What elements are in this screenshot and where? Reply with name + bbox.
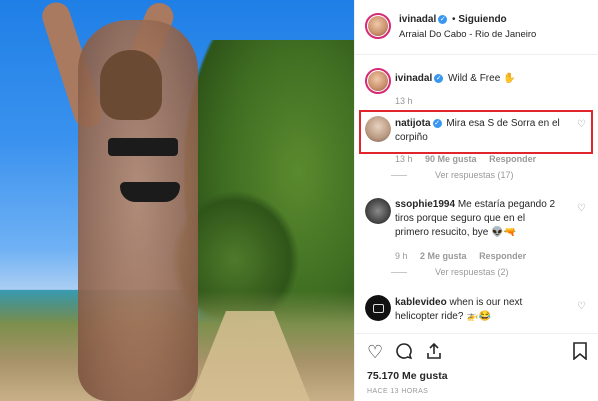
post-panel: ivinadal ✓ • Siguiendo Arraial Do Cabo - … [354,0,598,401]
bikini-top [108,138,178,156]
verified-icon: ✓ [432,118,442,128]
comment: ssophie1994 Me estaría pegando 2 tiros p… [395,198,560,240]
bookmark-icon[interactable] [573,342,587,364]
verified-icon: ✓ [438,14,448,24]
view-replies-button[interactable]: Ver respuestas (2) [413,267,509,277]
comment-time[interactable]: 9 h [395,251,408,261]
comment-meta: 13 h 90 Me gusta Responder [395,154,536,164]
caption-author[interactable]: ivinadal [395,73,432,84]
bikini-bottom [120,182,180,202]
comment: natijota ✓ Mira esa S de Sorra en el corp… [395,117,560,145]
post-photo[interactable] [0,0,354,401]
avatar[interactable] [365,295,391,321]
comment-likes[interactable]: 90 Me gusta [425,154,477,164]
post-header: ivinadal ✓ • Siguiendo Arraial Do Cabo - … [355,0,598,55]
comment-author[interactable]: natijota [395,118,431,129]
comment-author[interactable]: kablevideo [395,297,447,308]
heart-icon[interactable]: ♡ [577,203,586,214]
heart-icon[interactable]: ♡ [577,301,586,312]
like-count[interactable]: 75.170 Me gusta [367,370,448,382]
reply-button[interactable]: Responder [489,154,536,164]
comment-icon[interactable] [395,342,413,364]
avatar[interactable] [365,13,391,39]
heart-icon[interactable]: ♡ [577,119,586,130]
comment: kablevideo when is our next helicopter r… [395,296,560,324]
post-location[interactable]: Arraial Do Cabo - Rio de Janeiro [399,29,536,40]
post-timestamp: HACE 13 HORAS [367,388,429,395]
comment-time[interactable]: 13 h [395,154,413,164]
verified-icon: ✓ [434,73,444,83]
avatar[interactable] [365,198,391,224]
heart-icon[interactable]: ♡ [367,342,383,362]
separator: • [452,14,456,25]
hair [100,50,162,120]
avatar[interactable] [365,116,391,142]
caption-meta: 13 h [395,96,423,106]
post-author[interactable]: ivinadal [399,14,436,25]
comment-meta: 9 h 2 Me gusta Responder [395,251,526,261]
avatar[interactable] [365,68,391,94]
comment-likes[interactable]: 2 Me gusta [420,251,467,261]
post-actions: ♡ 75.170 Me gusta HACE 13 HORAS [355,333,598,401]
caption-text: Wild & Free ✋ [448,73,516,84]
reply-button[interactable]: Responder [479,251,526,261]
caption: ivinadal ✓ Wild & Free ✋ [395,72,560,86]
caption-time[interactable]: 13 h [395,96,413,106]
follow-button[interactable]: Siguiendo [458,14,506,25]
comment-author[interactable]: ssophie1994 [395,199,455,210]
view-replies-button[interactable]: Ver respuestas (17) [413,170,514,180]
share-icon[interactable] [425,342,443,364]
